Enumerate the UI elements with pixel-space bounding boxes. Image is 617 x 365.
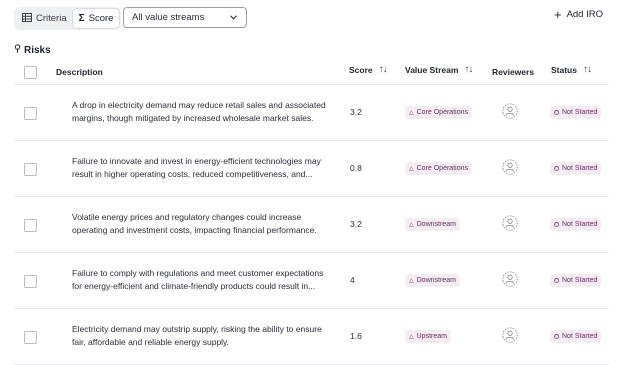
- triangle-icon: △: [409, 278, 414, 284]
- row-checkbox[interactable]: [24, 331, 37, 344]
- table-row[interactable]: Failure to comply with regulations and m…: [14, 253, 609, 309]
- score-tab[interactable]: Σ Score: [72, 9, 120, 28]
- column-description: Description: [56, 67, 103, 77]
- row-checkbox[interactable]: [24, 107, 37, 120]
- risk-score: 1.6: [350, 331, 362, 341]
- status-label: Not Started: [562, 333, 598, 340]
- value-stream-badge: △ Upstream: [405, 330, 451, 343]
- value-stream-label: Downstream: [416, 221, 456, 228]
- sort-icon[interactable]: ↑↓: [583, 64, 592, 75]
- toolbar: Criteria Σ Score All value streams + Add…: [10, 6, 607, 30]
- table-icon: [22, 12, 32, 25]
- table-row[interactable]: Volatile energy prices and regulatory ch…: [14, 197, 609, 253]
- reviewer-avatar-icon[interactable]: [502, 271, 518, 287]
- status-circle-icon: [554, 166, 559, 171]
- value-stream-badge: △ Core Operations: [405, 106, 472, 119]
- triangle-icon: △: [409, 166, 414, 172]
- value-stream-badge: △ Downstream: [405, 274, 460, 287]
- table-row[interactable]: Electricity demand may outstrip supply, …: [14, 309, 609, 365]
- status-circle-icon: [554, 110, 559, 115]
- criteria-tab[interactable]: Criteria: [16, 9, 73, 28]
- criteria-label: Criteria: [36, 13, 67, 24]
- value-stream-label: Upstream: [416, 333, 447, 340]
- chevron-down-icon: [230, 12, 237, 23]
- value-stream-label: Downstream: [416, 277, 456, 284]
- triangle-icon: △: [409, 334, 414, 340]
- table-row[interactable]: Failure to innovate and invest in energy…: [14, 141, 609, 197]
- risk-score: 3.2: [350, 107, 362, 117]
- value-stream-label: Core Operations: [416, 165, 468, 172]
- value-stream-label: Core Operations: [416, 109, 468, 116]
- reviewer-avatar-icon[interactable]: [502, 215, 518, 231]
- column-reviewers: Reviewers: [492, 67, 535, 77]
- status-badge: Not Started: [550, 274, 602, 287]
- status-label: Not Started: [562, 277, 598, 284]
- section-title-text: Risks: [24, 44, 51, 56]
- select-all-checkbox[interactable]: [24, 66, 37, 79]
- risk-description: A drop in electricity demand may reduce …: [72, 100, 326, 123]
- sort-icon[interactable]: ↑↓: [464, 64, 473, 75]
- status-circle-icon: [554, 334, 559, 339]
- risk-description: Failure to comply with regulations and m…: [72, 268, 324, 291]
- reviewer-avatar-icon[interactable]: [502, 159, 518, 175]
- value-stream-badge: △ Downstream: [405, 218, 460, 231]
- status-circle-icon: [554, 278, 559, 283]
- status-label: Not Started: [562, 165, 598, 172]
- row-checkbox[interactable]: [24, 275, 37, 288]
- risk-score: 3.2: [350, 219, 362, 229]
- row-checkbox[interactable]: [24, 219, 37, 232]
- triangle-icon: △: [409, 110, 414, 116]
- column-status[interactable]: Status ↑↓: [551, 64, 592, 75]
- table-header: Description Score ↑↓ Value Stream ↑↓ Rev…: [14, 60, 609, 85]
- reviewer-avatar-icon[interactable]: [502, 103, 518, 119]
- sort-icon[interactable]: ↑↓: [379, 64, 388, 75]
- reviewer-avatar-icon[interactable]: [502, 327, 518, 343]
- status-badge: Not Started: [550, 330, 602, 343]
- value-stream-select[interactable]: All value streams: [123, 7, 247, 28]
- add-iro-label: Add IRO: [566, 9, 603, 20]
- status-circle-icon: [554, 222, 559, 227]
- add-iro-button[interactable]: + Add IRO: [553, 6, 603, 22]
- table-row[interactable]: A drop in electricity demand may reduce …: [14, 85, 609, 141]
- sigma-icon: Σ: [78, 13, 85, 24]
- value-stream-select-value: All value streams: [132, 12, 205, 23]
- plus-icon: +: [553, 6, 562, 22]
- column-value-stream[interactable]: Value Stream ↑↓: [405, 64, 473, 75]
- risk-description: Failure to innovate and invest in energy…: [72, 156, 321, 179]
- status-badge: Not Started: [550, 106, 602, 119]
- risk-description: Volatile energy prices and regulatory ch…: [72, 212, 317, 235]
- column-score[interactable]: Score ↑↓: [349, 64, 388, 75]
- triangle-icon: △: [409, 222, 414, 228]
- risk-score: 4: [350, 275, 355, 285]
- risk-description: Electricity demand may outstrip supply, …: [72, 324, 322, 347]
- row-checkbox[interactable]: [24, 163, 37, 176]
- view-toggle: Criteria Σ Score: [14, 7, 122, 30]
- value-stream-badge: △ Core Operations: [405, 162, 472, 175]
- status-badge: Not Started: [550, 218, 602, 231]
- section-title: Risks: [14, 44, 51, 56]
- status-label: Not Started: [562, 109, 598, 116]
- status-badge: Not Started: [550, 162, 602, 175]
- risk-score: 0.8: [350, 163, 362, 173]
- status-label: Not Started: [562, 221, 598, 228]
- pin-icon: [14, 44, 21, 56]
- score-label: Score: [88, 13, 114, 24]
